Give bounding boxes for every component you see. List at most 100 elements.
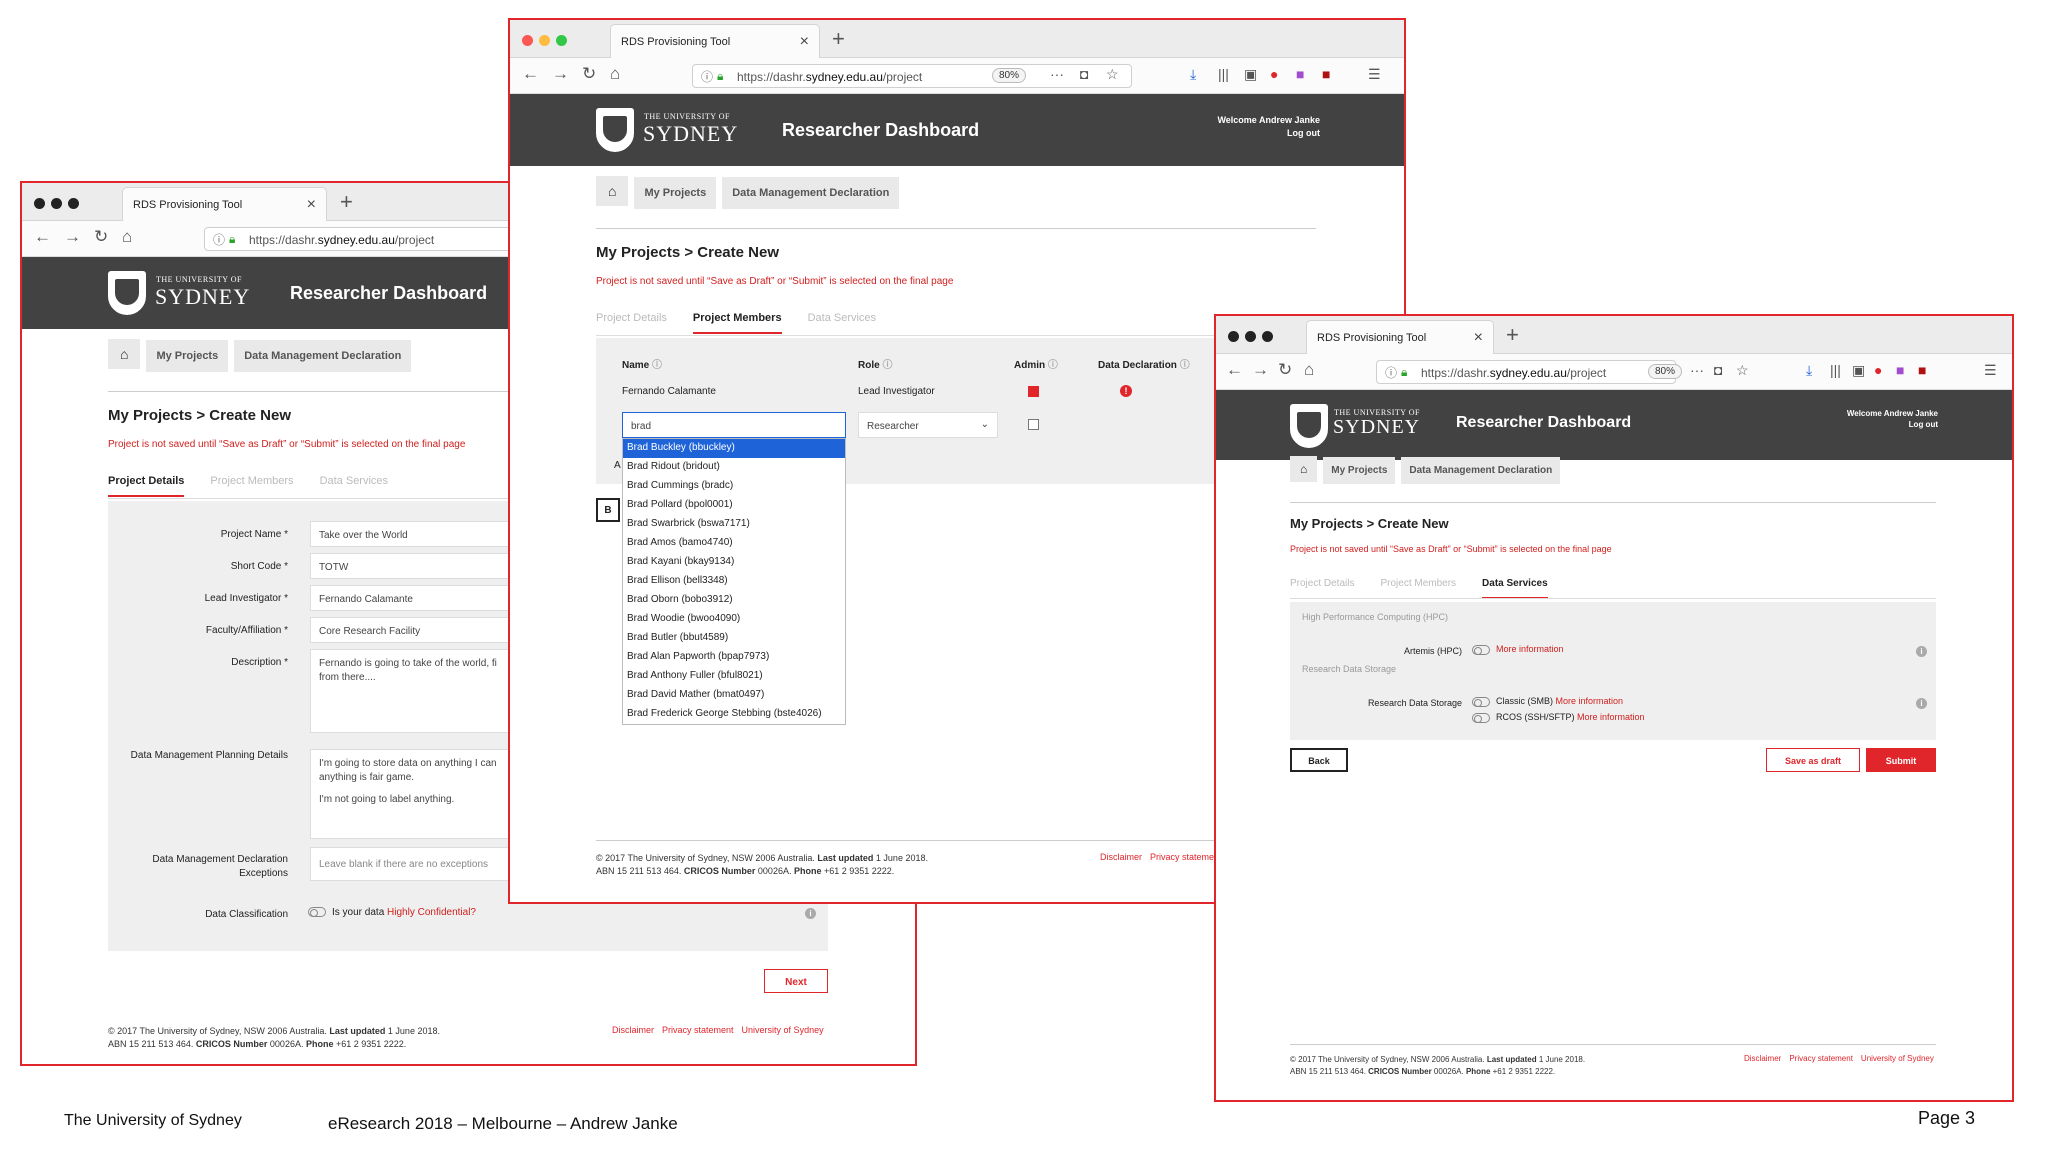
admin-checkbox[interactable] (1028, 386, 1039, 397)
submit-button[interactable]: Submit (1866, 748, 1936, 772)
extension-icon[interactable]: ■ (1896, 362, 1904, 378)
download-icon[interactable]: ⤓ (1190, 66, 1196, 83)
crumb-dmd[interactable]: Data Management Declaration (234, 340, 412, 372)
tab-project-details[interactable]: Project Details (596, 312, 667, 332)
crumb-dmd[interactable]: Data Management Declaration (1401, 457, 1561, 484)
browser-tab[interactable]: RDS Provisioning Tool × (610, 24, 820, 58)
tab-data-services[interactable]: Data Services (1482, 578, 1548, 599)
new-tab-icon[interactable]: + (340, 189, 353, 215)
back-button[interactable]: Back (1290, 748, 1348, 772)
reload-icon[interactable]: ↻ (582, 64, 596, 84)
download-icon[interactable]: ⤓ (1806, 362, 1812, 379)
member-search-input[interactable]: brad (622, 412, 846, 438)
forward-arrow-icon[interactable]: → (64, 227, 81, 247)
new-tab-icon[interactable]: + (832, 26, 845, 52)
new-tab-icon[interactable]: + (1506, 322, 1519, 348)
info-icon[interactable]: ⓘ (1180, 360, 1190, 371)
bookmark-star-icon[interactable]: ☆ (1736, 362, 1749, 379)
close-tab-icon[interactable]: × (1474, 329, 1483, 347)
tab-data-services[interactable]: Data Services (808, 312, 876, 332)
classic-toggle[interactable] (1472, 696, 1490, 707)
library-icon[interactable]: ||| (1218, 66, 1229, 82)
browser-tab[interactable]: RDS Provisioning Tool × (1306, 320, 1494, 354)
list-item[interactable]: Brad Butler (bbut4589) (623, 629, 845, 648)
more-info-link[interactable]: More information (1496, 644, 1564, 654)
sidebar-icon[interactable]: ▣ (1244, 66, 1257, 83)
disclaimer-link[interactable]: Disclaimer (1744, 1054, 1781, 1063)
highly-confidential-link[interactable]: Highly Confidential? (387, 907, 476, 918)
logout-link[interactable]: Log out (1210, 127, 1320, 140)
list-item[interactable]: Brad Cummings (bradc) (623, 477, 845, 496)
info-icon[interactable]: i (1916, 698, 1927, 709)
home-icon[interactable]: ⌂ (1304, 360, 1314, 380)
info-icon[interactable]: ⓘ (1048, 360, 1058, 371)
tab-data-services[interactable]: Data Services (320, 475, 388, 495)
privacy-link[interactable]: Privacy statement (1789, 1054, 1853, 1063)
adblock-icon[interactable]: ● (1270, 66, 1278, 82)
close-tab-icon[interactable]: × (307, 196, 316, 214)
dmp-textarea[interactable]: I'm going to store data on anything I ca… (310, 749, 520, 839)
save-draft-button[interactable]: Save as draft (1766, 748, 1860, 772)
sidebar-icon[interactable]: ▣ (1852, 362, 1865, 379)
forward-arrow-icon[interactable]: → (552, 64, 569, 84)
privacy-link[interactable]: Privacy stateme (1150, 852, 1214, 862)
list-item[interactable]: Brad Amos (bamo4740) (623, 534, 845, 553)
zoom-level[interactable]: 80% (1648, 364, 1683, 379)
description-textarea[interactable]: Fernando is going to take of the world, … (310, 649, 520, 733)
list-item[interactable]: Brad Swarbrick (bswa7171) (623, 515, 845, 534)
classification-toggle[interactable] (308, 907, 326, 918)
list-item[interactable]: Brad Ellison (bell3348) (623, 572, 845, 591)
tab-project-details[interactable]: Project Details (108, 475, 185, 497)
crumb-dmd[interactable]: Data Management Declaration (722, 177, 900, 209)
list-item[interactable]: Brad Ridout (bridout) (623, 458, 845, 477)
uos-link[interactable]: University of Sydney (1861, 1054, 1934, 1063)
zoom-level[interactable]: 80% (992, 68, 1027, 83)
list-item[interactable]: Brad David Mather (bmat0497) (623, 686, 845, 705)
tab-project-members[interactable]: Project Members (1380, 578, 1456, 597)
tab-project-members[interactable]: Project Members (210, 475, 293, 495)
menu-icon[interactable]: ☰ (1984, 362, 1997, 379)
info-icon[interactable]: ⓘ (882, 360, 892, 371)
bookmark-star-icon[interactable]: ☆ (1106, 66, 1119, 83)
info-icon[interactable]: ⓘ (652, 360, 662, 371)
list-item[interactable]: Brad Pollard (bpol0001) (623, 496, 845, 515)
disclaimer-link[interactable]: Disclaimer (612, 1025, 654, 1035)
home-icon[interactable]: ⌂ (610, 64, 620, 84)
adblock-icon[interactable]: ● (1874, 362, 1882, 378)
info-icon[interactable]: i (1916, 646, 1927, 657)
close-tab-icon[interactable]: × (800, 33, 809, 51)
crumb-my-projects[interactable]: My Projects (146, 340, 229, 372)
logout-link[interactable]: Log out (1828, 419, 1938, 430)
window-controls[interactable] (34, 196, 85, 214)
role-select[interactable]: Researcher ⌄ (858, 412, 998, 438)
crumb-my-projects[interactable]: My Projects (1323, 457, 1396, 484)
home-crumb-icon[interactable]: ⌂ (108, 339, 141, 369)
pocket-icon[interactable]: ◘ (1080, 66, 1088, 82)
next-button[interactable]: Next (764, 969, 828, 993)
list-item[interactable]: Brad Alan Papworth (bpap7973) (623, 648, 845, 667)
page-actions-icon[interactable]: ··· (1050, 66, 1064, 82)
new-admin-checkbox[interactable] (1028, 419, 1039, 430)
browser-tab[interactable]: RDS Provisioning Tool × (122, 187, 327, 221)
reload-icon[interactable]: ↻ (94, 227, 108, 247)
list-item[interactable]: Brad Kayani (bkay9134) (623, 553, 845, 572)
list-item[interactable]: Brad Woodie (bwoo4090) (623, 610, 845, 629)
info-icon[interactable]: ⓘ (701, 68, 713, 85)
dmd-exceptions-input[interactable]: Leave blank if there are no exceptions (310, 847, 520, 881)
uos-link[interactable]: University of Sydney (742, 1025, 824, 1035)
menu-icon[interactable]: ☰ (1368, 66, 1381, 83)
page-actions-icon[interactable]: ··· (1690, 362, 1704, 378)
artemis-toggle[interactable] (1472, 644, 1490, 655)
pocket-icon[interactable]: ◘ (1714, 362, 1722, 378)
home-icon[interactable]: ⌂ (122, 227, 132, 247)
list-item[interactable]: Brad Frederick George Stebbing (bste4026… (623, 705, 845, 724)
tab-project-members[interactable]: Project Members (692, 312, 782, 334)
address-bar[interactable]: ⓘ 🔒︎ https://dashr.sydney.edu.au/project (1376, 360, 1676, 384)
privacy-link[interactable]: Privacy statement (662, 1025, 734, 1035)
list-item[interactable]: Brad Anthony Fuller (bful8021) (623, 667, 845, 686)
back-arrow-icon[interactable]: ← (522, 64, 539, 84)
pdf-icon[interactable]: ■ (1322, 66, 1330, 82)
address-bar[interactable]: ⓘ 🔒︎ https://dashr.sydney.edu.au/project (204, 227, 534, 251)
address-bar[interactable]: ⓘ 🔒︎ https://dashr.sydney.edu.au/project (692, 64, 1132, 88)
tab-project-details[interactable]: Project Details (1290, 578, 1354, 597)
